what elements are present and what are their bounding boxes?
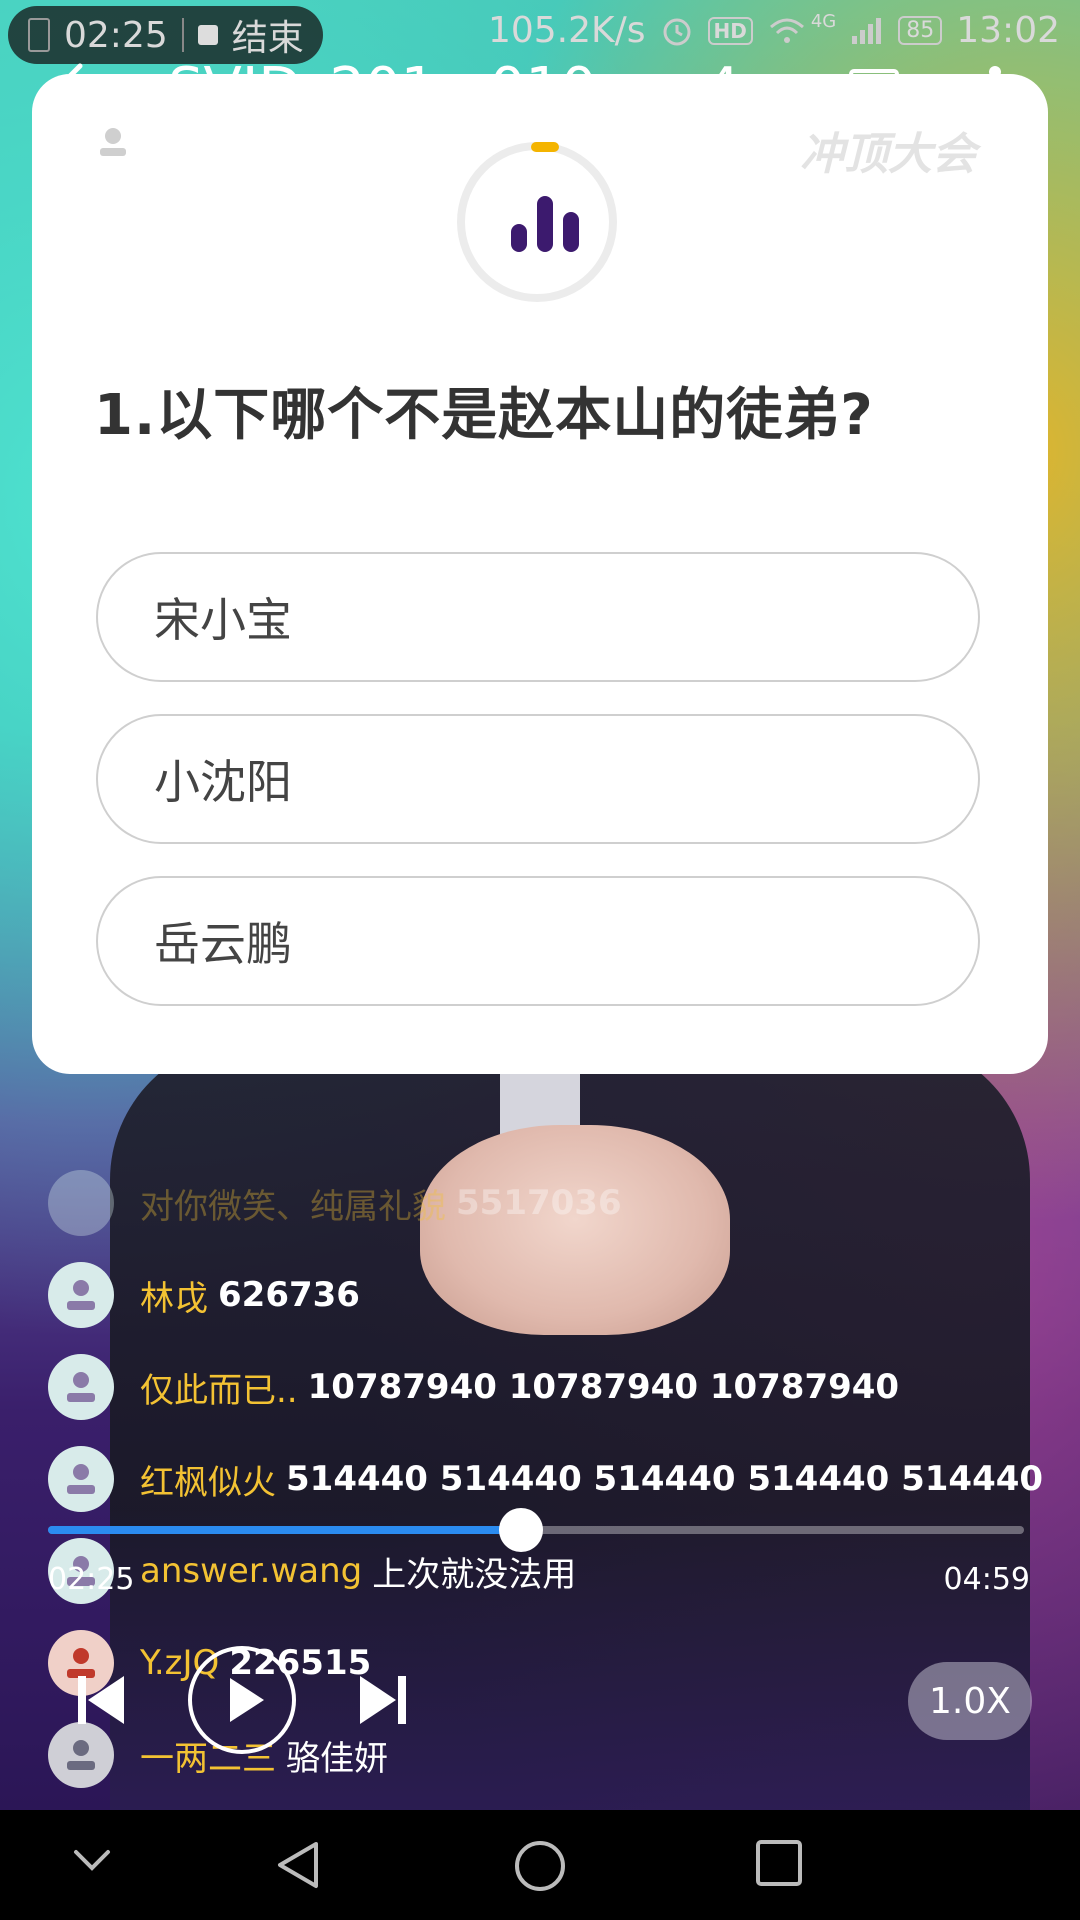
quiz-card: 冲顶大会 1.以下哪个不是赵本山的徒弟? 宋小宝 小沈阳 岳云鹏 (32, 74, 1048, 1074)
play-button[interactable] (188, 1646, 296, 1754)
seek-bar[interactable] (48, 1508, 1024, 1552)
comment-user: answer.wang (140, 1551, 363, 1591)
seek-bar-fill (48, 1526, 522, 1534)
chevron-down-icon[interactable] (70, 1838, 114, 1882)
recents-nav-icon[interactable] (754, 1838, 804, 1888)
comment-text: 514440 514440 514440 514440 514440 (286, 1459, 1044, 1499)
back-arrow-icon[interactable] (50, 62, 114, 118)
comment-text: 5517036 (456, 1183, 622, 1223)
avatar (48, 1722, 114, 1788)
avatar (48, 1446, 114, 1512)
comment-user: 红枫似火 (140, 1462, 276, 1503)
comment-item: 红枫似火 514440 514440 514440 514440 514440 (48, 1444, 1043, 1514)
more-options-icon[interactable] (980, 62, 1010, 126)
comment-text: 骆佳妍 (286, 1738, 388, 1779)
comment-user: 对你微笑、纯属礼貌 (140, 1186, 446, 1227)
network-type: 4G (810, 11, 837, 32)
answer-option-1[interactable]: 宋小宝 (96, 552, 980, 682)
system-nav-bar (0, 1810, 1080, 1920)
avatar (48, 1262, 114, 1328)
video-title: SVID_201...010.mp4 (168, 56, 741, 121)
comment-text: 626736 (218, 1275, 360, 1315)
picture-in-picture-icon[interactable] (848, 68, 900, 116)
avatar (48, 1354, 114, 1420)
play-icon (230, 1678, 264, 1722)
home-nav-icon[interactable] (512, 1838, 568, 1894)
answer-option-3[interactable]: 岳云鹏 (96, 876, 980, 1006)
comment-text: 10787940 10787940 10787940 (307, 1367, 900, 1407)
back-nav-icon[interactable] (272, 1838, 326, 1892)
previous-icon[interactable] (76, 1674, 126, 1726)
question-text: 1.以下哪个不是赵本山的徒弟? (94, 383, 874, 448)
timer-progress-arc (531, 142, 559, 152)
comment-user: 林戉 (140, 1278, 208, 1319)
countdown-timer (457, 142, 617, 302)
comment-item: 对你微笑、纯属礼貌 5517036 (48, 1168, 622, 1238)
player-top-bar: SVID_201...010.mp4 (0, 40, 1080, 140)
current-time: 02:25 (48, 1562, 135, 1597)
video-frame[interactable]: 02:25 结束 105.2K/s HD 4G 85 13:02 冲顶大会 1.… (0, 0, 1080, 1810)
next-icon[interactable] (358, 1674, 408, 1726)
total-time: 04:59 (943, 1562, 1030, 1597)
comment-user: 仅此而已.. (140, 1370, 298, 1411)
avatar (48, 1170, 114, 1236)
comment-item: 仅此而已.. 10787940 10787940 10787940 (48, 1352, 899, 1422)
playback-speed-button[interactable]: 1.0X (908, 1662, 1032, 1740)
bars-icon (511, 196, 579, 252)
comment-text: 上次就没法用 (372, 1554, 577, 1595)
comment-item: 林戉 626736 (48, 1260, 360, 1330)
answer-option-2[interactable]: 小沈阳 (96, 714, 980, 844)
